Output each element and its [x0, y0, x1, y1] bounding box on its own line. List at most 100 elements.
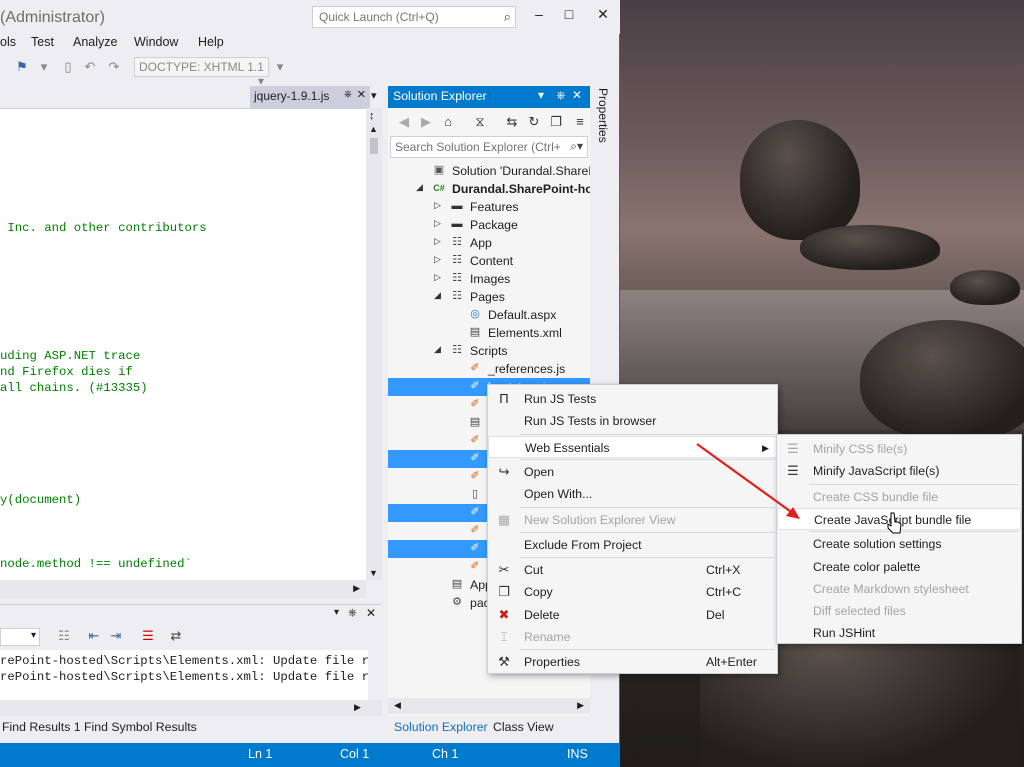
pin-icon[interactable]: ⎈ [344, 89, 352, 100]
expand-arrow-icon[interactable]: ▷ [434, 200, 441, 211]
tree-item[interactable]: ▷ ☷ Content [388, 252, 590, 270]
expand-arrow-icon[interactable]: ▷ [434, 236, 441, 247]
tree-item[interactable]: ◎ Default.aspx [388, 306, 590, 324]
undo-icon[interactable]: ↶ [82, 59, 98, 75]
solution-explorer-horizontal-scrollbar[interactable]: ◀ ▶ [388, 698, 590, 714]
tree-item[interactable]: ▤ Elements.xml [388, 324, 590, 342]
close-icon[interactable]: ✕ [572, 88, 582, 102]
chevron-down-icon[interactable]: ▾ [538, 88, 544, 102]
menu-item-run-js-tests-in-browser[interactable]: Run JS Tests in browser [488, 410, 777, 432]
tab-solution-explorer[interactable]: Solution Explorer [394, 720, 488, 734]
menu-item-run-js-tests[interactable]: Π Run JS Tests [488, 388, 777, 410]
pending-changes-icon[interactable]: ⧖ [472, 114, 488, 130]
forward-icon[interactable]: ▶ [418, 114, 434, 130]
menu-item-copy[interactable]: ❐ Copy Ctrl+C [488, 581, 777, 603]
menu-item-create-solution-settings[interactable]: Create solution settings [777, 533, 1021, 555]
tab-class-view[interactable]: Class View [493, 720, 554, 734]
expand-arrow-icon[interactable]: ▷ [434, 254, 441, 265]
attach-icon[interactable]: ⚑ [14, 59, 30, 75]
close-icon[interactable]: ✕ [357, 88, 366, 101]
scroll-left-icon[interactable]: ◀ [394, 700, 401, 711]
split-icon[interactable]: ↕ [369, 110, 375, 122]
properties-icon[interactable]: ≡ [572, 114, 588, 130]
redo-icon[interactable]: ↷ [106, 59, 122, 75]
previous-message-icon[interactable]: ⇤ [86, 628, 102, 644]
solution-explorer-search[interactable]: ⌕▾ [390, 136, 588, 158]
search-icon[interactable]: ⌕ [504, 9, 511, 25]
menu-item-create-color-palette[interactable]: Create color palette [777, 556, 1021, 578]
back-icon[interactable]: ◀ [396, 114, 412, 130]
rename-icon: ⌶ [500, 629, 508, 644]
pin-icon[interactable]: ⎈ [556, 88, 566, 103]
collapse-all-icon[interactable]: ❐ [548, 114, 564, 130]
output-pane[interactable]: rePoint-hosted\Scripts\Elements.xml: Upd… [0, 650, 368, 700]
tree-item[interactable]: ✐ _references.js [388, 360, 590, 378]
scroll-up-icon[interactable]: ▲ [369, 124, 378, 134]
editor-horizontal-scrollbar[interactable]: ▶ [0, 580, 366, 598]
quick-launch-input[interactable] [313, 7, 493, 27]
collapse-arrow-icon[interactable]: ◢ [434, 290, 441, 301]
tree-item[interactable]: ▷ ☷ App [388, 234, 590, 252]
menu-tools[interactable]: ols [0, 35, 16, 49]
tab-find-symbol-results[interactable]: Find Symbol Results [84, 720, 197, 734]
panel-menu-icon[interactable]: ▾ [334, 607, 339, 618]
next-message-icon[interactable]: ⇥ [108, 628, 124, 644]
menu-window[interactable]: Window [134, 35, 178, 49]
tab-find-results-1[interactable]: Find Results 1 [2, 720, 81, 734]
dropdown-icon[interactable]: ▾ [36, 59, 52, 75]
word-wrap-icon[interactable]: ⇄ [168, 628, 184, 644]
tree-item-label: App [470, 236, 492, 250]
menu-item-properties[interactable]: ⚒ Properties Alt+Enter [488, 651, 777, 673]
scroll-right-icon[interactable]: ▶ [353, 583, 360, 594]
home-icon[interactable]: ⌂ [440, 114, 456, 130]
doctype-dropdown[interactable]: DOCTYPE: XHTML 1.1 ▾ [134, 57, 269, 88]
menu-item-run-jshint[interactable]: Run JSHint [777, 622, 1021, 644]
tree-item[interactable]: ▷ ☷ Images [388, 270, 590, 288]
tab-jquery[interactable]: jquery-1.9.1.js ⎈ ✕ [250, 86, 370, 108]
scroll-right-icon[interactable]: ▶ [354, 702, 361, 713]
menu-item-label: Properties [524, 655, 581, 670]
close-button[interactable]: ✕ [588, 6, 618, 28]
scroll-down-icon[interactable]: ▼ [369, 568, 378, 578]
menu-test[interactable]: Test [31, 35, 54, 49]
menu-item-cut[interactable]: ✂ Cut Ctrl+X [488, 559, 777, 581]
tree-item[interactable]: ◢ ☷ Scripts [388, 342, 590, 360]
sync-icon[interactable]: ⇆ [504, 114, 520, 130]
maximize-button[interactable]: □ [554, 6, 584, 28]
tree-item[interactable]: ▷ ▬ Features [388, 198, 590, 216]
output-horizontal-scrollbar[interactable]: ▶ [0, 700, 382, 716]
expand-arrow-icon[interactable]: ▷ [434, 272, 441, 283]
pin-icon[interactable]: ⎈ [348, 607, 357, 620]
quick-launch-box[interactable]: ⌕ [312, 6, 516, 28]
tree-item[interactable]: ▣ Solution 'Durandal.SharePoint-h [388, 162, 590, 180]
code-editor[interactable]: Inc. and other contributors uding ASP.NE… [0, 108, 366, 580]
editor-vertical-scrollbar[interactable]: ↕ ▲ ▼ [366, 108, 382, 580]
collapse-arrow-icon[interactable]: ◢ [434, 344, 441, 355]
close-icon[interactable]: ✕ [366, 606, 376, 620]
solution-explorer-title-bar[interactable]: Solution Explorer ▾ ⎈ ✕ [388, 86, 590, 108]
minimize-button[interactable]: ‒ [524, 6, 554, 28]
scroll-thumb[interactable] [370, 138, 378, 154]
expand-arrow-icon[interactable]: ▷ [434, 218, 441, 229]
menu-item-delete[interactable]: ✖ Delete Del [488, 604, 777, 626]
page-icon[interactable]: ▯ [60, 59, 76, 75]
menu-item-exclude-from-project[interactable]: Exclude From Project [488, 534, 777, 556]
tree-item[interactable]: ◢ C# Durandal.SharePoint-hoste [388, 180, 590, 198]
tree-item[interactable]: ▷ ▬ Package [388, 216, 590, 234]
clear-all-icon[interactable]: ☰ [140, 628, 156, 644]
toolbar-overflow-icon[interactable]: ▾ [272, 59, 288, 75]
refresh-icon[interactable]: ↻ [526, 114, 542, 130]
solution-search-input[interactable] [391, 137, 561, 157]
collapse-arrow-icon[interactable]: ◢ [416, 182, 423, 193]
output-toolbar: ▾ ☷ ⇤ ⇥ ☰ ⇄ [0, 624, 382, 650]
scroll-right-icon[interactable]: ▶ [577, 700, 584, 711]
properties-side-tab[interactable]: Properties [592, 86, 616, 186]
menu-item-minify-javascript-file-s[interactable]: ☰ Minify JavaScript file(s) [777, 460, 1021, 482]
tab-dropdown-icon[interactable]: ▾ [371, 89, 377, 102]
menu-help[interactable]: Help [198, 35, 224, 49]
search-icon[interactable]: ⌕▾ [570, 139, 583, 154]
output-source-dropdown[interactable]: ▾ [0, 628, 40, 646]
tree-item[interactable]: ◢ ☷ Pages [388, 288, 590, 306]
clear-icon[interactable]: ☷ [56, 628, 72, 644]
menu-analyze[interactable]: Analyze [73, 35, 117, 49]
